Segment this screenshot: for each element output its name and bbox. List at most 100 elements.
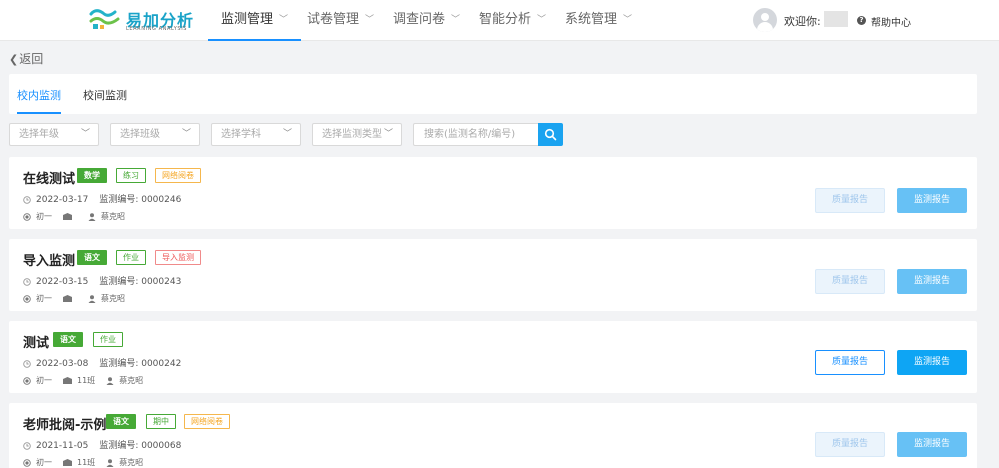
chevron-down-icon: ﹀ bbox=[451, 15, 461, 25]
quality-report-button[interactable]: 质量报告 bbox=[815, 350, 885, 375]
search-button[interactable] bbox=[538, 123, 563, 146]
chevron-down-icon: ﹀ bbox=[623, 15, 633, 25]
import-tag: 导入监测 bbox=[155, 250, 201, 265]
tab-inter-school[interactable]: 校间监测 bbox=[83, 87, 127, 103]
monitor-card: 老师批阅-示例 语文 期中 网络阅卷 2021-11-05 监测编号: 00000… bbox=[9, 403, 977, 468]
monitor-title: 测试 bbox=[23, 336, 50, 351]
monitor-meta: 2021-11-05 监测编号: 0000068 bbox=[23, 438, 181, 451]
monitor-report-button[interactable]: 监测报告 bbox=[897, 188, 967, 213]
search-input[interactable] bbox=[413, 123, 538, 146]
marking-tag: 网络阅卷 bbox=[155, 168, 201, 183]
clock-icon bbox=[23, 277, 31, 286]
brand-subtitle: LEARNING ANALYSIS bbox=[126, 26, 188, 32]
type-tag: 练习 bbox=[116, 168, 146, 183]
monitor-code: 0000246 bbox=[141, 195, 182, 205]
quality-report-button[interactable]: 质量报告 bbox=[815, 432, 885, 457]
monitor-date: 2021-11-05 bbox=[36, 441, 89, 451]
username-redacted bbox=[824, 11, 848, 27]
chevron-left-icon: ❮ bbox=[9, 53, 19, 66]
monitor-date: 2022-03-17 bbox=[36, 195, 89, 205]
grade-select[interactable]: 选择年级 ﹀ bbox=[9, 123, 99, 146]
help-icon[interactable]: ? bbox=[857, 16, 866, 25]
quality-report-button[interactable]: 质量报告 bbox=[815, 188, 885, 213]
class-select[interactable]: 选择班级 ﹀ bbox=[110, 123, 200, 146]
grade-label: 初一 bbox=[36, 458, 52, 467]
teacher-name: 蔡克昭 bbox=[119, 376, 144, 385]
monitor-title: 导入监测 bbox=[23, 254, 76, 269]
monitor-card: 导入监测 语文 作业 导入监测 2022-03-15 监测编号: 0000243 … bbox=[9, 239, 977, 311]
back-label: 返回 bbox=[19, 52, 44, 66]
subject-tag: 语文 bbox=[53, 332, 83, 347]
class-icon bbox=[63, 213, 72, 220]
subject-tag: 语文 bbox=[77, 250, 107, 265]
target-icon bbox=[23, 212, 31, 221]
nav-item-system[interactable]: 系统管理 ﹀ bbox=[565, 0, 632, 41]
user-avatar-icon[interactable] bbox=[753, 8, 777, 32]
chevron-down-icon: ﹀ bbox=[365, 15, 375, 25]
nav-label: 调查问卷 bbox=[393, 12, 446, 27]
subject-tag: 数学 bbox=[77, 168, 107, 183]
monitor-title: 老师批阅-示例 bbox=[23, 418, 107, 433]
code-label: 监测编号: bbox=[99, 195, 139, 205]
help-center-link[interactable]: 帮助中心 bbox=[871, 14, 911, 29]
user-icon bbox=[106, 376, 114, 385]
code-label: 监测编号: bbox=[99, 277, 139, 287]
monitor-report-button[interactable]: 监测报告 bbox=[897, 432, 967, 457]
monitor-code: 0000242 bbox=[141, 359, 182, 369]
monitor-meta-extra: 初一 蔡克昭 bbox=[23, 211, 125, 222]
type-tag: 作业 bbox=[116, 250, 146, 265]
type-tag: 作业 bbox=[93, 332, 123, 347]
monitor-report-button[interactable]: 监测报告 bbox=[897, 350, 967, 375]
clock-icon bbox=[23, 195, 31, 204]
type-tag: 期中 bbox=[146, 414, 176, 429]
grade-label: 初一 bbox=[36, 294, 52, 303]
monitor-report-button[interactable]: 监测报告 bbox=[897, 269, 967, 294]
chevron-down-icon: ﹀ bbox=[279, 15, 289, 25]
monitor-type-placeholder: 选择监测类型 bbox=[322, 129, 382, 140]
teacher-name: 蔡克昭 bbox=[119, 458, 144, 467]
back-button[interactable]: ❮返回 bbox=[9, 50, 43, 67]
user-icon bbox=[106, 458, 114, 467]
monitor-card: 测试 语文 作业 2022-03-08 监测编号: 0000242 初一 11班 蔡克… bbox=[9, 321, 977, 393]
top-header: 易加分析 LEARNING ANALYSIS 监测管理 ﹀ 试卷管理 ﹀ 调查问卷 ﹀… bbox=[0, 0, 999, 41]
target-icon bbox=[23, 294, 31, 303]
monitor-code: 0000068 bbox=[141, 441, 182, 451]
quality-report-button[interactable]: 质量报告 bbox=[815, 269, 885, 294]
class-label: 11班 bbox=[77, 376, 96, 385]
chevron-down-icon: ﹀ bbox=[80, 129, 90, 139]
user-icon bbox=[88, 294, 96, 303]
monitor-meta-extra: 初一 11班 蔡克昭 bbox=[23, 457, 143, 468]
monitor-code: 0000243 bbox=[141, 277, 182, 287]
class-icon bbox=[63, 459, 72, 466]
nav-item-monitor[interactable]: 监测管理 ﹀ bbox=[207, 0, 302, 41]
grade-label: 初一 bbox=[36, 212, 52, 221]
target-icon bbox=[23, 376, 31, 385]
code-label: 监测编号: bbox=[99, 441, 139, 451]
chevron-down-icon: ﹀ bbox=[383, 129, 393, 139]
grade-select-placeholder: 选择年级 bbox=[19, 129, 59, 140]
monitor-meta: 2022-03-15 监测编号: 0000243 bbox=[23, 274, 181, 287]
monitor-date: 2022-03-15 bbox=[36, 277, 89, 287]
monitor-card: 在线测试 数学 练习 网络阅卷 2022-03-17 监测编号: 0000246 … bbox=[9, 157, 977, 229]
chevron-down-icon: ﹀ bbox=[537, 15, 547, 25]
nav-item-analysis[interactable]: 智能分析 ﹀ bbox=[479, 0, 546, 41]
nav-label: 试卷管理 bbox=[307, 12, 360, 27]
monitor-date: 2022-03-08 bbox=[36, 359, 89, 369]
nav-item-survey[interactable]: 调查问卷 ﹀ bbox=[393, 0, 460, 41]
brand-logo[interactable]: 易加分析 LEARNING ANALYSIS bbox=[88, 6, 198, 34]
monitor-tabs: 校内监测 校间监测 bbox=[9, 74, 977, 114]
monitor-type-select[interactable]: 选择监测类型 ﹀ bbox=[312, 123, 402, 146]
class-icon bbox=[63, 295, 72, 302]
teacher-name: 蔡克昭 bbox=[101, 212, 125, 221]
clock-icon bbox=[23, 441, 31, 450]
nav-item-papers[interactable]: 试卷管理 ﹀ bbox=[307, 0, 374, 41]
marking-tag: 网络阅卷 bbox=[184, 414, 230, 429]
subject-select[interactable]: 选择学科 ﹀ bbox=[211, 123, 301, 146]
nav-label: 智能分析 bbox=[479, 12, 532, 27]
code-label: 监测编号: bbox=[99, 359, 139, 369]
class-icon bbox=[63, 377, 72, 384]
nav-label: 系统管理 bbox=[565, 12, 618, 27]
tab-school-internal[interactable]: 校内监测 bbox=[17, 87, 61, 114]
class-select-placeholder: 选择班级 bbox=[120, 129, 160, 140]
chevron-down-icon: ﹀ bbox=[181, 129, 191, 139]
